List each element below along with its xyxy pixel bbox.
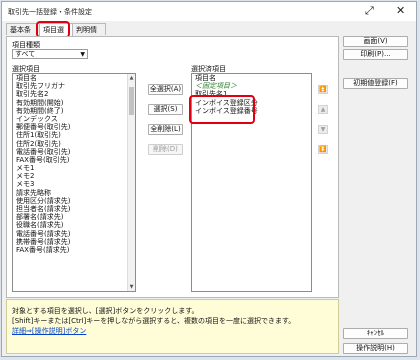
remove-button[interactable]: 削除(D) — [148, 144, 183, 155]
field-type-value: すべて — [15, 50, 36, 58]
list-item[interactable]: インデックス — [13, 115, 135, 123]
print-button[interactable]: 印刷(P)... — [343, 49, 408, 60]
chevron-down-icon: ▼ — [80, 51, 85, 58]
remove-all-button[interactable]: 全削除(L) — [148, 124, 183, 135]
list-header: 項目名 — [195, 74, 216, 82]
expand-icon[interactable]: ⤢ — [365, 5, 374, 17]
list-item[interactable]: FAX番号(請求先) — [13, 246, 135, 254]
available-scrollbar[interactable]: ▲ ▼ — [127, 74, 135, 291]
field-type-select[interactable]: すべて ▼ — [12, 49, 88, 59]
tab-info[interactable]: 判明情報 — [72, 23, 106, 46]
list-item[interactable]: 有効期間(開始) — [13, 99, 135, 107]
tab-basic-conditions[interactable]: 基本条件 — [6, 23, 40, 46]
help-panel: 対象とする項目を選択し、[選択]ボタンをクリックします。 [Shift]キーまた… — [6, 299, 339, 354]
list-item[interactable]: FAX番号(取引先) — [13, 156, 135, 164]
list-item[interactable]: 携帯番号(請求先) — [13, 238, 135, 246]
list-item[interactable]: メモ2 — [13, 172, 135, 180]
help-detail-link[interactable]: 詳細⇒[操作説明]ボタン — [12, 326, 86, 336]
window-title: 取引先一括登録・条件設定 — [8, 8, 92, 16]
list-item[interactable]: 使用区分(請求先) — [13, 197, 135, 205]
close-icon[interactable]: ✕ — [396, 5, 405, 17]
move-up-icon[interactable]: ▲ — [318, 105, 328, 114]
list-item[interactable]: 役職名(請求先) — [13, 221, 135, 229]
cancel-button[interactable]: ｷｬﾝｾﾙ — [343, 328, 408, 339]
list-item[interactable]: 取引先名2 — [13, 90, 135, 98]
help-line-1: 対象とする項目を選択し、[選択]ボタンをクリックします。 — [12, 307, 199, 315]
list-item[interactable]: 担当者名(請求先) — [13, 205, 135, 213]
list-item[interactable]: 電話番号(取引先) — [13, 148, 135, 156]
list-item[interactable]: 電話番号(請求先) — [13, 230, 135, 238]
scroll-thumb[interactable] — [129, 87, 134, 115]
list-header: 項目名 — [16, 74, 37, 82]
help-button[interactable]: 操作説明(H) — [343, 343, 408, 354]
highlight-invoice-fields — [189, 95, 255, 124]
help-line-2: [Shift]キーまたは[Ctrl]キーを押しながら選択すると、複数の項目を一度… — [12, 317, 296, 325]
move-top-icon[interactable]: ⏫ — [318, 85, 328, 94]
list-item[interactable]: 住所2(取引先) — [13, 140, 135, 148]
scroll-down-icon[interactable]: ▼ — [128, 283, 135, 291]
move-bottom-icon[interactable]: ⏬ — [318, 145, 328, 154]
select-button[interactable]: 選択(S) — [148, 104, 183, 115]
scroll-up-icon[interactable]: ▲ — [128, 74, 135, 82]
available-list[interactable]: 項目名 取引先フリガナ 取引先名2 有効期間(開始) 有効期間(終了) インデックス 郵便番… — [12, 73, 136, 292]
select-all-button[interactable]: 全選択(A) — [148, 84, 183, 95]
dialog-window: 取引先一括登録・条件設定 ⤢ ✕ 基本条件 項目選択 判明情報 項目種類 すべて… — [1, 1, 417, 357]
move-down-icon[interactable]: ▼ — [318, 125, 328, 134]
initial-register-button[interactable]: 初期値登録(F) — [343, 78, 408, 89]
list-item[interactable]: メモ3 — [13, 180, 135, 188]
title-bar: 取引先一括登録・条件設定 ⤢ ✕ — [2, 2, 416, 21]
list-item[interactable]: 請求先略称 — [13, 189, 135, 197]
list-item[interactable]: 住所1(取引先) — [13, 131, 135, 139]
list-item[interactable]: 有効期間(終了) — [13, 107, 135, 115]
view-button[interactable]: 画面(V) — [343, 36, 408, 47]
list-item[interactable]: メモ1 — [13, 164, 135, 172]
